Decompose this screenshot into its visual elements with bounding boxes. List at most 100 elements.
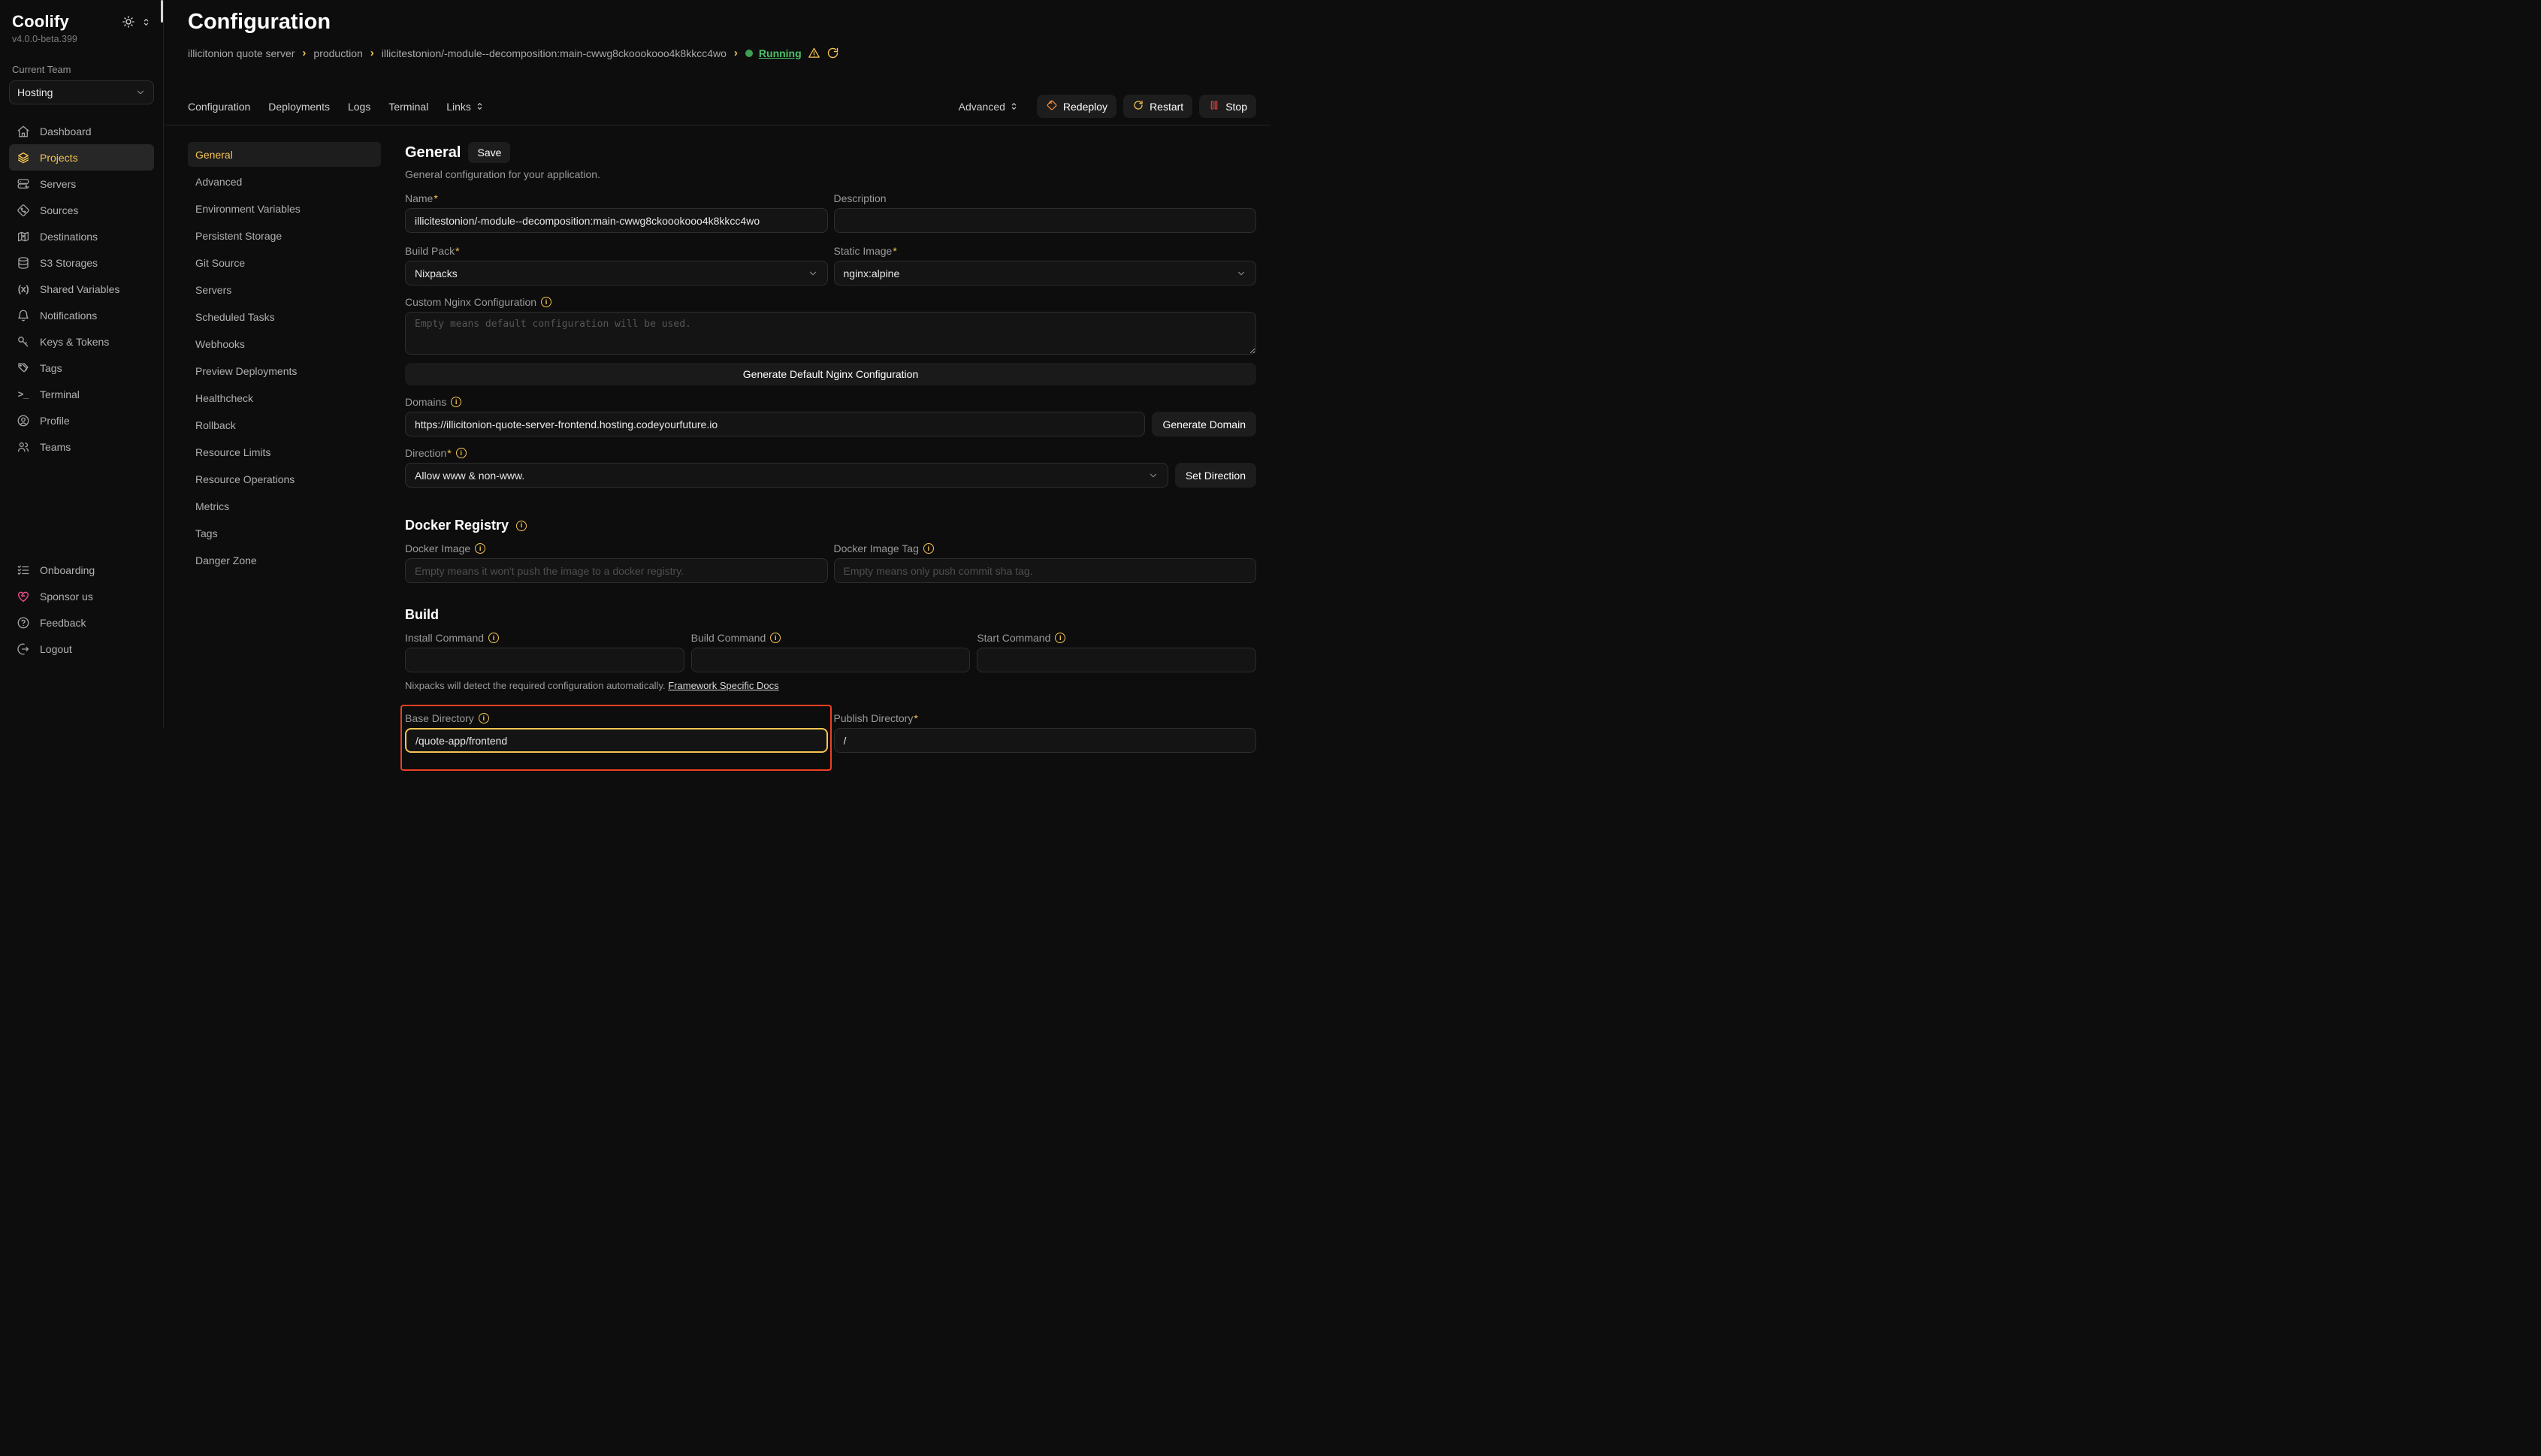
- info-icon[interactable]: [770, 633, 781, 643]
- description-input[interactable]: [834, 208, 1257, 233]
- subnav-item-preview-deployments[interactable]: Preview Deployments: [188, 358, 381, 383]
- tab-terminal[interactable]: Terminal: [388, 101, 428, 113]
- start-command-input[interactable]: [977, 648, 1256, 672]
- name-input[interactable]: [405, 208, 828, 233]
- subnav-item-servers[interactable]: Servers: [188, 277, 381, 302]
- custom-nginx-textarea[interactable]: [405, 312, 1256, 355]
- tab-configuration[interactable]: Configuration: [188, 101, 250, 113]
- docker-image-tag-input[interactable]: [834, 558, 1257, 583]
- sidebar-item-s3-storages[interactable]: S3 Storages: [9, 249, 154, 276]
- breadcrumb-separator-icon: ›: [370, 47, 374, 59]
- config-subnav: General Advanced Environment Variables P…: [188, 125, 381, 575]
- sidebar-item-keys-tokens[interactable]: Keys & Tokens: [9, 328, 154, 355]
- publish-directory-label: Publish Directory: [834, 712, 1257, 724]
- sidebar-item-terminal[interactable]: Terminal: [9, 381, 154, 407]
- tab-logs[interactable]: Logs: [348, 101, 370, 113]
- git-source-icon: [17, 204, 30, 217]
- sidebar-item-dashboard[interactable]: Dashboard: [9, 118, 154, 144]
- sidebar-item-destinations[interactable]: Destinations: [9, 223, 154, 249]
- team-select[interactable]: Hosting: [9, 80, 154, 104]
- info-icon[interactable]: [451, 397, 461, 407]
- sidebar-item-label: Onboarding: [40, 564, 95, 576]
- build-pack-select[interactable]: Nixpacks: [405, 261, 828, 285]
- breadcrumb-application[interactable]: illicitestonion/-module--decomposition:m…: [382, 47, 727, 59]
- subnav-item-persistent-storage[interactable]: Persistent Storage: [188, 223, 381, 248]
- breadcrumb-environment[interactable]: production: [313, 47, 362, 59]
- info-icon[interactable]: [923, 543, 934, 554]
- subnav-item-advanced[interactable]: Advanced: [188, 169, 381, 194]
- sidebar-item-feedback[interactable]: Feedback: [9, 609, 154, 636]
- theme-sun-icon[interactable]: [122, 15, 135, 29]
- sidebar-item-shared-variables[interactable]: Shared Variables: [9, 276, 154, 302]
- subnav-item-danger-zone[interactable]: Danger Zone: [188, 548, 381, 572]
- sidebar-item-tags[interactable]: Tags: [9, 355, 154, 381]
- install-command-input[interactable]: [405, 648, 684, 672]
- info-icon[interactable]: [1055, 633, 1065, 643]
- description-label: Description: [834, 192, 1257, 204]
- set-direction-button[interactable]: Set Direction: [1175, 463, 1256, 488]
- advanced-dropdown[interactable]: Advanced: [959, 101, 1019, 113]
- sidebar-item-label: Projects: [40, 152, 78, 164]
- sidebar-scrollbar[interactable]: [161, 0, 163, 23]
- sidebar-item-projects[interactable]: Projects: [9, 144, 154, 171]
- sidebar-item-label: Feedback: [40, 617, 86, 629]
- build-command-input[interactable]: [691, 648, 971, 672]
- sidebar-item-onboarding[interactable]: Onboarding: [9, 557, 154, 583]
- subnav-item-general[interactable]: General: [188, 142, 381, 167]
- breadcrumb-project[interactable]: illicitonion quote server: [188, 47, 295, 59]
- direction-select[interactable]: Allow www & non-www.: [405, 463, 1168, 488]
- docker-image-input[interactable]: [405, 558, 828, 583]
- warning-triangle-icon[interactable]: [808, 47, 820, 59]
- static-image-select[interactable]: nginx:alpine: [834, 261, 1257, 285]
- sidebar-item-notifications[interactable]: Notifications: [9, 302, 154, 328]
- subnav-item-rollback[interactable]: Rollback: [188, 412, 381, 437]
- page-title: Configuration: [188, 9, 1256, 35]
- sidebar-item-profile[interactable]: Profile: [9, 407, 154, 433]
- info-icon[interactable]: [475, 543, 485, 554]
- sidebar-item-servers[interactable]: Servers: [9, 171, 154, 197]
- sidebar-item-sources[interactable]: Sources: [9, 197, 154, 223]
- start-command-label: Start Command: [977, 632, 1256, 644]
- sidebar-item-label: Servers: [40, 178, 76, 190]
- sidebar-item-teams[interactable]: Teams: [9, 433, 154, 460]
- sidebar-item-sponsor[interactable]: Sponsor us: [9, 583, 154, 609]
- nixpacks-note: Nixpacks will detect the required config…: [405, 680, 1256, 691]
- framework-docs-link[interactable]: Framework Specific Docs: [668, 680, 778, 691]
- subnav-item-environment-variables[interactable]: Environment Variables: [188, 196, 381, 221]
- subnav-item-scheduled-tasks[interactable]: Scheduled Tasks: [188, 304, 381, 329]
- terminal-icon: [17, 388, 30, 401]
- subnav-item-webhooks[interactable]: Webhooks: [188, 331, 381, 356]
- refresh-icon[interactable]: [826, 47, 839, 59]
- domains-input[interactable]: [405, 412, 1145, 436]
- info-icon[interactable]: [516, 521, 527, 531]
- subnav-item-git-source[interactable]: Git Source: [188, 250, 381, 275]
- subnav-item-healthcheck[interactable]: Healthcheck: [188, 385, 381, 410]
- subnav-item-resource-limits[interactable]: Resource Limits: [188, 440, 381, 464]
- base-directory-input[interactable]: [405, 728, 828, 753]
- app-version: v4.0.0-beta.399: [9, 32, 154, 44]
- info-icon[interactable]: [541, 297, 551, 307]
- tab-deployments[interactable]: Deployments: [268, 101, 330, 113]
- generate-nginx-button[interactable]: Generate Default Nginx Configuration: [405, 363, 1256, 385]
- sidebar-item-label: Terminal: [40, 388, 80, 400]
- stop-button[interactable]: Stop: [1199, 95, 1256, 118]
- theme-switcher-chevrons-icon[interactable]: [141, 17, 151, 27]
- subnav-item-resource-operations[interactable]: Resource Operations: [188, 467, 381, 491]
- generate-domain-button[interactable]: Generate Domain: [1152, 412, 1256, 436]
- bell-icon: [17, 309, 30, 322]
- sidebar-item-logout[interactable]: Logout: [9, 636, 154, 662]
- base-directory-label: Base Directory: [405, 712, 828, 724]
- status-running-link[interactable]: Running: [759, 47, 802, 59]
- save-button[interactable]: Save: [468, 142, 510, 163]
- tab-links[interactable]: Links: [446, 101, 485, 113]
- team-select-value: Hosting: [17, 86, 53, 98]
- info-icon[interactable]: [456, 448, 467, 458]
- subnav-item-metrics[interactable]: Metrics: [188, 494, 381, 518]
- redeploy-button[interactable]: Redeploy: [1037, 95, 1116, 118]
- info-icon[interactable]: [488, 633, 499, 643]
- subnav-item-tags[interactable]: Tags: [188, 521, 381, 545]
- stop-pause-icon: [1208, 99, 1220, 113]
- publish-directory-input[interactable]: [834, 728, 1257, 753]
- restart-button[interactable]: Restart: [1123, 95, 1192, 118]
- info-icon[interactable]: [479, 713, 489, 723]
